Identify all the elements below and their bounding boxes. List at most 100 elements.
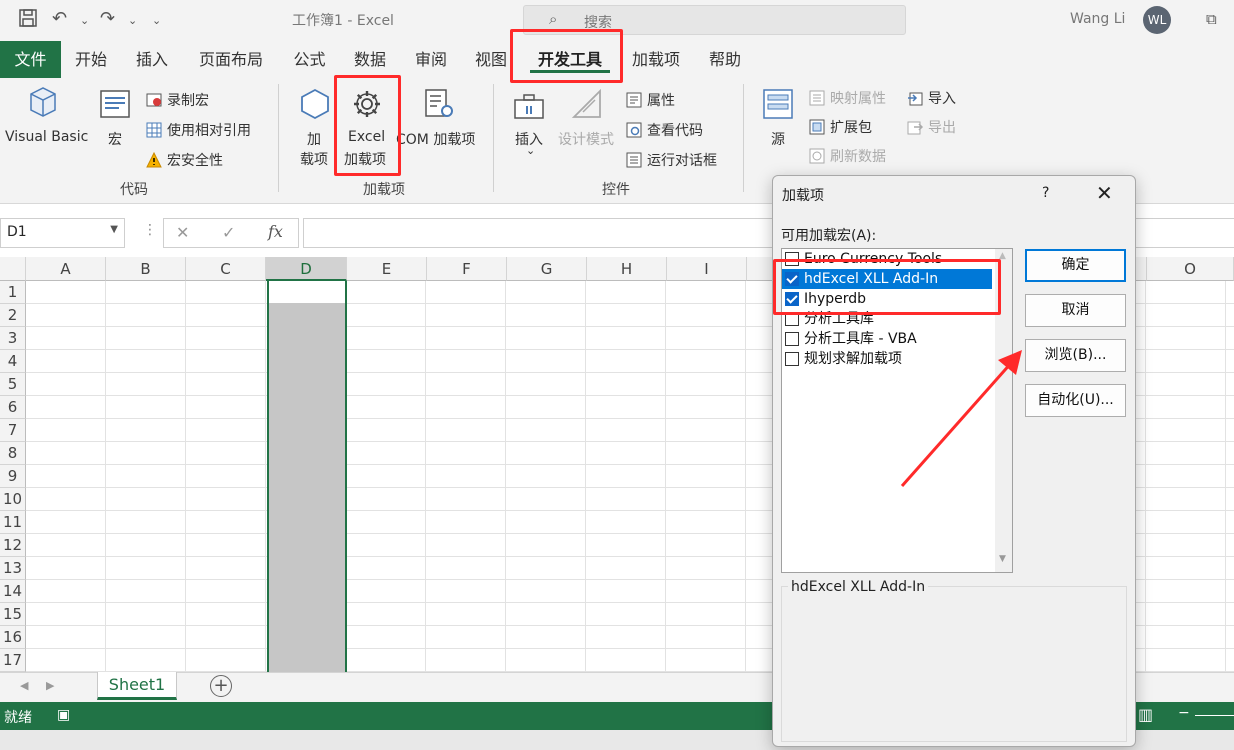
checkbox[interactable]	[785, 312, 799, 326]
tab-addins[interactable]: 加载项	[620, 41, 692, 78]
row-header[interactable]: 16	[0, 626, 26, 649]
row-header[interactable]: 11	[0, 511, 26, 534]
tab-data[interactable]: 数据	[340, 41, 400, 78]
column-header[interactable]: I	[667, 257, 747, 281]
row-header[interactable]: 12	[0, 534, 26, 557]
customize-toolbar-icon[interactable]: ⌄	[152, 14, 161, 27]
row-header[interactable]: 17	[0, 649, 26, 672]
undo-icon[interactable]: ↶	[52, 8, 67, 29]
chevron-down-icon[interactable]: ▼	[110, 224, 118, 235]
zoom-slider[interactable]	[1195, 715, 1234, 716]
page-layout-view-icon[interactable]: ▥	[1138, 705, 1153, 724]
list-item[interactable]: Ihyperdb	[782, 289, 992, 309]
tab-insert[interactable]: 插入	[121, 41, 183, 78]
row-header[interactable]: 5	[0, 373, 26, 396]
checkbox[interactable]	[785, 332, 799, 346]
insert-function-icon[interactable]: fx	[268, 222, 283, 241]
row-header[interactable]: 13	[0, 557, 26, 580]
tab-file[interactable]: 文件	[0, 41, 61, 78]
use-relative-references-button[interactable]: 使用相对引用	[146, 120, 251, 140]
name-box[interactable]: D1 ▼	[0, 218, 125, 248]
column-header[interactable]: B	[106, 257, 186, 281]
list-item-label: 分析工具库 - VBA	[804, 331, 917, 347]
column-header[interactable]: G	[507, 257, 587, 281]
column-header[interactable]: O	[1147, 257, 1234, 281]
close-icon[interactable]: ✕	[1096, 181, 1113, 205]
column-header-selected[interactable]: D	[266, 257, 347, 281]
checkbox-checked[interactable]	[785, 292, 799, 306]
search-box[interactable]: ⌕ 搜索	[523, 5, 906, 35]
refresh-data-button[interactable]: 刷新数据	[809, 146, 886, 166]
list-item[interactable]: 分析工具库	[782, 309, 992, 329]
select-all-corner[interactable]	[0, 257, 26, 281]
column-header[interactable]: H	[587, 257, 667, 281]
add-sheet-icon[interactable]: +	[210, 675, 232, 697]
checkbox-checked[interactable]	[785, 272, 799, 286]
selected-column-d[interactable]	[267, 281, 347, 672]
tab-page-layout[interactable]: 页面布局	[183, 41, 279, 78]
map-properties-button[interactable]: 映射属性	[809, 88, 886, 108]
record-macro-button[interactable]: 录制宏	[146, 90, 209, 110]
zoom-out-icon[interactable]: −	[1178, 705, 1190, 721]
row-header[interactable]: 2	[0, 304, 26, 327]
cancel-icon[interactable]: ✕	[176, 223, 189, 242]
more-options-icon[interactable]: ⋮	[143, 222, 157, 238]
tab-home[interactable]: 开始	[61, 41, 121, 78]
list-item[interactable]: 规划求解加载项	[782, 349, 992, 369]
redo-dropdown-icon[interactable]: ⌄	[128, 14, 137, 27]
help-icon[interactable]: ?	[1042, 185, 1049, 201]
row-header[interactable]: 7	[0, 419, 26, 442]
row-header[interactable]: 4	[0, 350, 26, 373]
checkbox[interactable]	[785, 252, 799, 266]
row-header[interactable]: 10	[0, 488, 26, 511]
column-header[interactable]: C	[186, 257, 266, 281]
active-cell-d1[interactable]	[269, 281, 345, 303]
redo-icon[interactable]: ↷	[100, 8, 115, 29]
user-name[interactable]: Wang Li	[1070, 11, 1125, 27]
import-button[interactable]: 导入	[907, 88, 956, 108]
browse-button[interactable]: 浏览(B)...	[1025, 339, 1126, 372]
tab-developer[interactable]: 开发工具	[530, 41, 610, 78]
view-code-button[interactable]: 查看代码	[626, 120, 703, 140]
cancel-button[interactable]: 取消	[1025, 294, 1126, 327]
tab-review[interactable]: 审阅	[400, 41, 462, 78]
save-icon[interactable]	[18, 8, 38, 33]
undo-dropdown-icon[interactable]: ⌄	[80, 14, 89, 27]
accessibility-icon[interactable]: ▣	[57, 707, 70, 723]
ribbon-display-icon[interactable]: ⧉	[1206, 10, 1217, 28]
column-header[interactable]: F	[427, 257, 507, 281]
expansion-packs-label: 扩展包	[830, 120, 872, 136]
row-header[interactable]: 6	[0, 396, 26, 419]
tab-help[interactable]: 帮助	[692, 41, 758, 78]
addins-listbox[interactable]: Euro Currency Tools hdExcel XLL Add-In I…	[781, 248, 1013, 573]
row-header[interactable]: 14	[0, 580, 26, 603]
list-item-selected[interactable]: hdExcel XLL Add-In	[782, 269, 992, 289]
properties-button[interactable]: 属性	[626, 90, 675, 110]
tab-formulas[interactable]: 公式	[279, 41, 340, 78]
listbox-scrollbar[interactable]: ▲ ▼	[995, 249, 1012, 572]
export-button[interactable]: 导出	[907, 117, 956, 137]
column-header[interactable]: A	[26, 257, 106, 281]
row-header[interactable]: 1	[0, 281, 26, 304]
list-item[interactable]: 分析工具库 - VBA	[782, 329, 992, 349]
row-header[interactable]: 9	[0, 465, 26, 488]
row-header[interactable]: 8	[0, 442, 26, 465]
column-header[interactable]: E	[347, 257, 427, 281]
scroll-left-icon[interactable]: ◀	[20, 679, 28, 692]
row-header[interactable]: 3	[0, 327, 26, 350]
sheet-tab[interactable]: Sheet1	[97, 672, 177, 700]
automation-button[interactable]: 自动化(U)...	[1025, 384, 1126, 417]
run-dialog-button[interactable]: 运行对话框	[626, 150, 717, 170]
macro-security-button[interactable]: 宏安全性	[146, 150, 223, 170]
row-header[interactable]: 15	[0, 603, 26, 626]
list-item[interactable]: Euro Currency Tools	[782, 249, 992, 269]
scroll-down-icon[interactable]: ▼	[999, 554, 1006, 564]
checkbox[interactable]	[785, 352, 799, 366]
scroll-right-icon[interactable]: ▶	[46, 679, 54, 692]
ok-button[interactable]: 确定	[1025, 249, 1126, 282]
avatar[interactable]: WL	[1143, 6, 1171, 34]
tab-view[interactable]: 视图	[462, 41, 520, 78]
expansion-packs-button[interactable]: 扩展包	[809, 117, 872, 137]
scroll-up-icon[interactable]: ▲	[999, 251, 1006, 261]
enter-icon[interactable]: ✓	[222, 223, 235, 242]
